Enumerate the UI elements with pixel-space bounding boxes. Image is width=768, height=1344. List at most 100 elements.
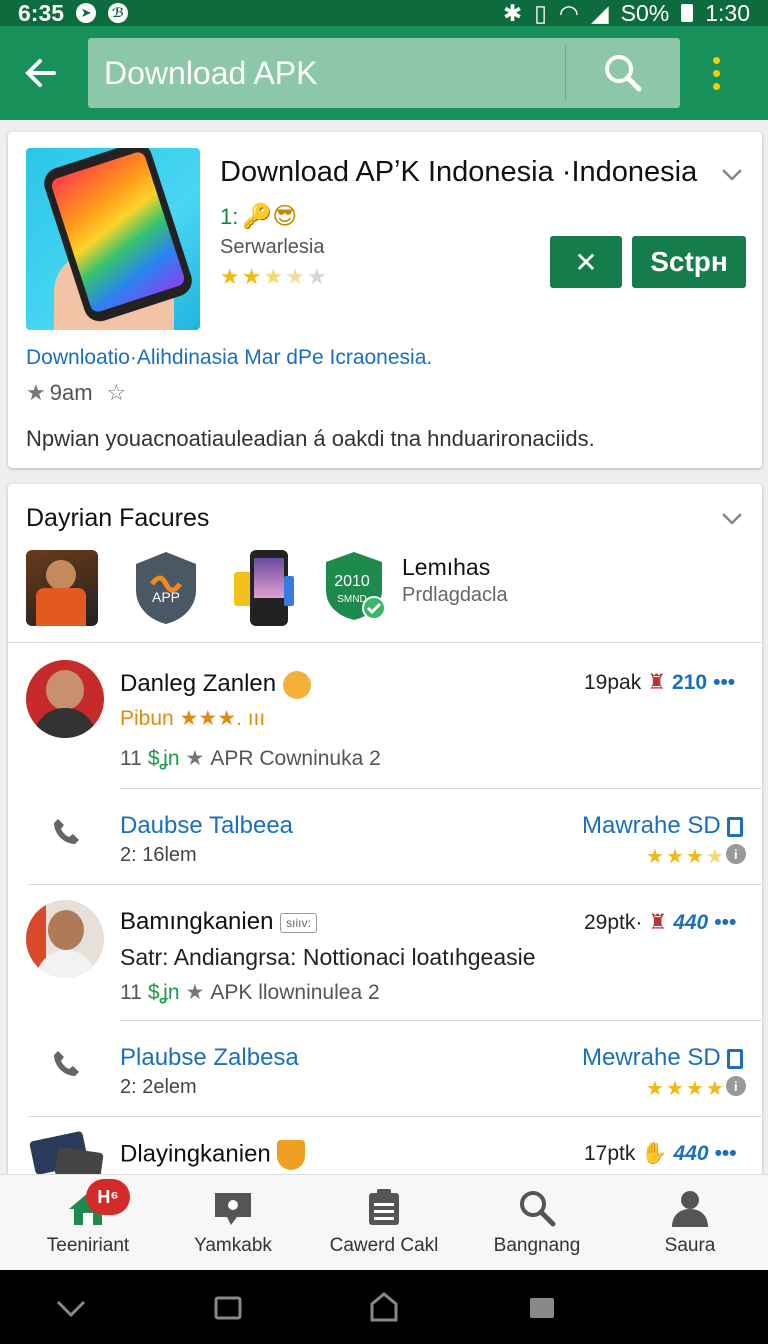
app-title: Download APʼK Indonesia ·Indonesia — [220, 156, 698, 188]
meta-price: $ʝn — [147, 980, 180, 1004]
nav-item-search[interactable]: Bangnang — [478, 1175, 596, 1271]
feature-thumb-person[interactable] — [26, 550, 98, 626]
more-dots-icon[interactable]: ••• — [714, 911, 736, 935]
recents-icon[interactable] — [214, 1296, 242, 1320]
phone-icon[interactable] — [52, 1048, 82, 1078]
divider — [28, 884, 762, 885]
star-icon: ★ — [185, 747, 205, 770]
nav-item-cards[interactable]: Cawerd Cakl — [322, 1175, 446, 1271]
trophy-icon: ♜ — [648, 911, 668, 934]
chevron-down-icon[interactable] — [720, 506, 744, 530]
status-bar: 6:35 ➤ ℬ ✱ ▯ ◠ ◢ S0% 1:30 — [0, 0, 768, 26]
features-card: Dayrian Facures APP 2010 SMND Lemıhas Prd… — [8, 484, 762, 1208]
search-button[interactable] — [566, 38, 680, 108]
badge-year-label: 2010 — [334, 573, 370, 590]
app-link[interactable]: Downloatio·Alihdinasia Mar dPe Icraonesi… — [26, 346, 432, 370]
search-icon — [520, 1191, 556, 1227]
reviewer-meta: 11 $ʝn ★ APK llowninulea 2 — [120, 980, 380, 1005]
contact-link[interactable]: Plaubse Zalbesa — [120, 1044, 299, 1072]
close-button[interactable]: ✕ — [550, 236, 622, 288]
app-subline: 1: 🔑😎 — [220, 202, 297, 231]
info-icon[interactable]: i — [725, 1076, 746, 1096]
square-icon[interactable] — [528, 1296, 556, 1320]
badge-sub-label: SMND — [337, 594, 366, 605]
more-dots-icon[interactable]: ••• — [715, 1142, 737, 1166]
more-options-button[interactable] — [704, 38, 728, 108]
app-detail-card: Download APʼK Indonesia ·Indonesia 1: 🔑😎… — [8, 132, 762, 468]
feature-thumb-phone[interactable] — [234, 550, 298, 626]
right-link[interactable]: Mawrahe SD — [582, 812, 744, 840]
review-count: 440 — [673, 910, 709, 934]
chat-icon — [215, 1193, 251, 1225]
reviewer-line2: Pibun ★★★. ııı — [120, 707, 266, 730]
more-dots-icon[interactable]: ••• — [713, 671, 735, 695]
reviewer-tag: sıiıv: — [280, 912, 317, 933]
app-rating-stars: ★ ★ ★ ★ ★ — [220, 264, 327, 289]
reviewer-meta: 11 $ʝn ★ APR Cowninuka 2 — [120, 746, 381, 771]
home-button-icon[interactable] — [370, 1292, 398, 1322]
rating-text: 9am — [49, 380, 93, 405]
emoji-face-icon — [282, 670, 311, 699]
review-time: 29ptk· ♜ 440 ••• — [584, 910, 736, 935]
notification-icon: ℬ — [108, 3, 129, 23]
bluetooth-icon: ✱ — [502, 0, 523, 26]
system-navigation-bar — [0, 1270, 768, 1344]
feature-name: Lemıhas — [402, 554, 491, 580]
contact-stars: ★ ★ ★ ★ i — [646, 844, 746, 869]
search-input[interactable]: Download APK — [88, 55, 565, 92]
reviewer-name: Danleg Zanlen — [120, 670, 311, 699]
divider — [120, 1020, 762, 1021]
app-hero-image — [26, 148, 200, 330]
vibrate-icon: ▯ — [534, 0, 547, 26]
right-link[interactable]: Mewrahe SD — [582, 1044, 744, 1072]
contact-link[interactable]: Daubse Talbeea — [120, 812, 293, 840]
wifi-icon: ◠ — [558, 0, 579, 26]
info-icon[interactable]: i — [725, 844, 746, 864]
reviewer-name: Dlayingkanien — [120, 1140, 306, 1170]
back-button[interactable] — [6, 38, 76, 108]
navigation-icon: ➤ — [76, 3, 97, 23]
person-icon — [672, 1191, 708, 1227]
nav-item-home[interactable]: H⁶ Teeniriant — [28, 1175, 148, 1271]
chevron-down-icon[interactable] — [720, 162, 744, 186]
clipboard-icon — [727, 1048, 744, 1069]
star-outline-icon[interactable]: ☆ — [107, 380, 127, 406]
trophy-icon: ♜ — [647, 671, 667, 694]
review-count: 210 — [672, 670, 708, 694]
status-time: 6:35 — [18, 0, 65, 26]
feature-thumb-app-shield[interactable]: APP — [132, 550, 200, 626]
document-icon — [369, 1189, 399, 1225]
time-text: 19pak — [584, 670, 642, 694]
nav-item-messages[interactable]: Yamkabk — [174, 1175, 292, 1271]
battery-icon — [681, 4, 694, 22]
nav-item-profile[interactable]: Saura — [634, 1175, 746, 1271]
bottom-navigation: H⁶ Teeniriant Yamkabk Cawerd Cakl Bangna… — [0, 1174, 768, 1270]
star-icon: ★ — [185, 981, 205, 1004]
action-button[interactable]: Sctpн — [632, 236, 746, 288]
nav-label: Cawerd Cakl — [329, 1235, 439, 1256]
phone-icon[interactable] — [52, 816, 82, 846]
time-text: 17ptk — [584, 1142, 636, 1165]
battery-text: S0% — [620, 0, 670, 26]
notification-badge: H⁶ — [86, 1179, 130, 1215]
review-time: 17ptk ✋ 440 ••• — [584, 1142, 737, 1166]
feature-thumb-badge[interactable]: 2010 SMND — [322, 550, 386, 626]
back-chevron-icon[interactable] — [56, 1300, 86, 1318]
nav-label: Bangnang — [493, 1235, 581, 1256]
nav-label: Teeniriant — [46, 1235, 130, 1256]
clap-icon: ✋ — [641, 1142, 668, 1165]
section-title: Dayrian Facures — [26, 504, 210, 532]
shield-badge-icon — [277, 1140, 306, 1170]
contact-sub: 2: 2elem — [120, 1076, 197, 1098]
divider — [120, 788, 762, 789]
divider — [8, 642, 762, 643]
reviewer-name: Bamıngkanien sıiıv: — [120, 908, 317, 936]
arrow-left-icon — [25, 59, 56, 87]
reviewer-line2: Satr: Andiangrsa: Nottionaci loatıhgeasi… — [120, 944, 536, 970]
meta-number: 11 — [120, 980, 142, 1004]
star-icon: ★ — [26, 380, 46, 405]
avatar[interactable] — [26, 660, 104, 738]
status-clock: 1:30 — [705, 0, 750, 26]
search-bar[interactable]: Download APK — [88, 38, 680, 108]
avatar[interactable] — [26, 900, 104, 978]
